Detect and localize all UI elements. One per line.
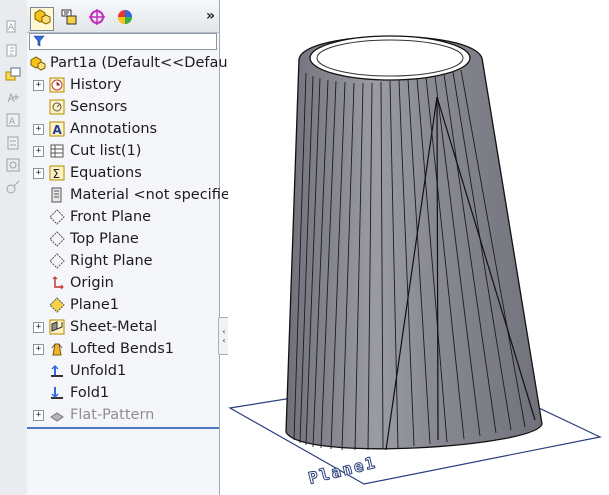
tree-item-label: Origin: [70, 275, 114, 291]
svg-text:A: A: [9, 117, 16, 127]
configurationmanager-tab[interactable]: [85, 7, 109, 31]
tree-item-plane1[interactable]: Plane1: [27, 294, 219, 316]
tree-item-fold1[interactable]: Fold1: [27, 382, 219, 404]
tree-item-cut-list[interactable]: + Cut list(1): [27, 140, 219, 162]
note-icon[interactable]: [5, 42, 21, 58]
tree-item-label: Material <not specified: [70, 187, 239, 203]
expand-toggle[interactable]: +: [33, 80, 44, 91]
tree-item-label: Equations: [70, 165, 142, 181]
featuremanager-tab[interactable]: [30, 7, 54, 31]
expand-toggle[interactable]: +: [33, 344, 44, 355]
plane-icon: [49, 209, 65, 225]
manager-tab-bar: »: [27, 0, 219, 33]
weld-symbol-icon[interactable]: A: [5, 112, 21, 128]
surface-finish-icon[interactable]: [5, 90, 21, 106]
history-icon: [49, 77, 65, 93]
expand-toggle[interactable]: +: [33, 124, 44, 135]
command-toolstrip: A A: [0, 0, 28, 495]
tree-item-sheet-metal[interactable]: + Sheet-Metal: [27, 316, 219, 338]
tree-item-label: History: [70, 77, 122, 93]
svg-text:Σ: Σ: [53, 167, 61, 181]
tree-item-equations[interactable]: + Σ Equations: [27, 162, 219, 184]
plane-yellow-icon: [49, 297, 65, 313]
plane-icon: [49, 231, 65, 247]
tree-item-label: Plane1: [70, 297, 119, 313]
tree-item-origin[interactable]: Origin: [27, 272, 219, 294]
lofted-bends-icon: [49, 341, 65, 357]
svg-text:A: A: [8, 23, 15, 33]
tree-item-label: Lofted Bends1: [70, 341, 175, 357]
lofted-sheet-metal-body[interactable]: [285, 35, 543, 451]
tree-item-flat-pattern[interactable]: + Flat-Pattern: [27, 404, 219, 426]
tree-item-label: Fold1: [70, 385, 110, 401]
geometric-tolerance-icon[interactable]: [5, 157, 21, 173]
balloon-icon[interactable]: [5, 66, 21, 82]
graphics-viewport[interactable]: Plane1: [228, 0, 609, 495]
tree-root-part[interactable]: Part1a (Default<<Default: [27, 52, 237, 74]
smart-dimension-icon[interactable]: A: [5, 18, 21, 34]
tree-item-label: Unfold1: [70, 363, 127, 379]
propertymanager-tab[interactable]: [57, 7, 81, 31]
origin-icon: [49, 275, 65, 291]
feature-filter-field[interactable]: [29, 33, 217, 50]
feature-tree: Part1a (Default<<Default + History Senso…: [27, 52, 239, 426]
tree-item-label: Annotations: [70, 121, 158, 137]
rollback-bar[interactable]: [27, 427, 219, 429]
equations-icon: Σ: [49, 165, 65, 181]
material-icon: [49, 187, 65, 203]
display-pie-icon: [116, 8, 134, 30]
unfold-icon: [49, 363, 65, 379]
tree-item-label: Sheet-Metal: [70, 319, 158, 335]
expand-toggle[interactable]: +: [33, 146, 44, 157]
cosmetic-thread-icon[interactable]: [5, 179, 21, 195]
tree-item-unfold1[interactable]: Unfold1: [27, 360, 219, 382]
configuration-icon: [88, 8, 106, 30]
flat-pattern-icon: [49, 407, 65, 423]
tree-item-right-plane[interactable]: Right Plane: [27, 250, 219, 272]
tree-item-label: Front Plane: [70, 209, 152, 225]
tree-item-label: Sensors: [70, 99, 128, 115]
tree-item-front-plane[interactable]: Front Plane: [27, 206, 219, 228]
expand-toggle[interactable]: +: [33, 322, 44, 333]
plane-icon: [49, 253, 65, 269]
part-name-label: Part1a (Default<<Default: [50, 55, 238, 71]
chevron-left-icon: ‹: [222, 336, 226, 345]
tree-item-label: Top Plane: [70, 231, 139, 247]
chevron-left-icon: ‹: [222, 327, 226, 336]
sensors-icon: [49, 99, 65, 115]
datum-icon[interactable]: [5, 135, 21, 151]
svg-text:A: A: [53, 123, 63, 137]
featuremanager-panel: » Part1a (Default<<Default + History Sen…: [27, 0, 239, 495]
tree-item-history[interactable]: + History: [27, 74, 219, 96]
tree-item-annotations[interactable]: + A Annotations: [27, 118, 219, 140]
more-tabs-button[interactable]: »: [206, 8, 215, 24]
fold-icon: [49, 385, 65, 401]
propertymanager-icon: [60, 8, 78, 30]
tree-item-material[interactable]: Material <not specified: [27, 184, 239, 206]
tree-item-lofted-bends1[interactable]: + Lofted Bends1: [27, 338, 219, 360]
tree-item-label: Right Plane: [70, 253, 153, 269]
expand-toggle[interactable]: +: [33, 168, 44, 179]
tree-item-label: Flat-Pattern: [70, 407, 155, 423]
part-icon: [30, 55, 46, 71]
expand-toggle[interactable]: +: [33, 410, 44, 421]
annotations-icon: A: [49, 121, 65, 137]
displaymanager-tab[interactable]: [113, 7, 137, 31]
model-view: Plane1: [228, 35, 602, 488]
cut-list-icon: [49, 143, 65, 159]
tree-item-label: Cut list(1): [70, 143, 142, 159]
tree-item-top-plane[interactable]: Top Plane: [27, 228, 219, 250]
sheet-metal-icon: [49, 319, 65, 335]
tree-item-sensors[interactable]: Sensors: [27, 96, 219, 118]
featuremanager-tree-icon: [33, 8, 51, 30]
